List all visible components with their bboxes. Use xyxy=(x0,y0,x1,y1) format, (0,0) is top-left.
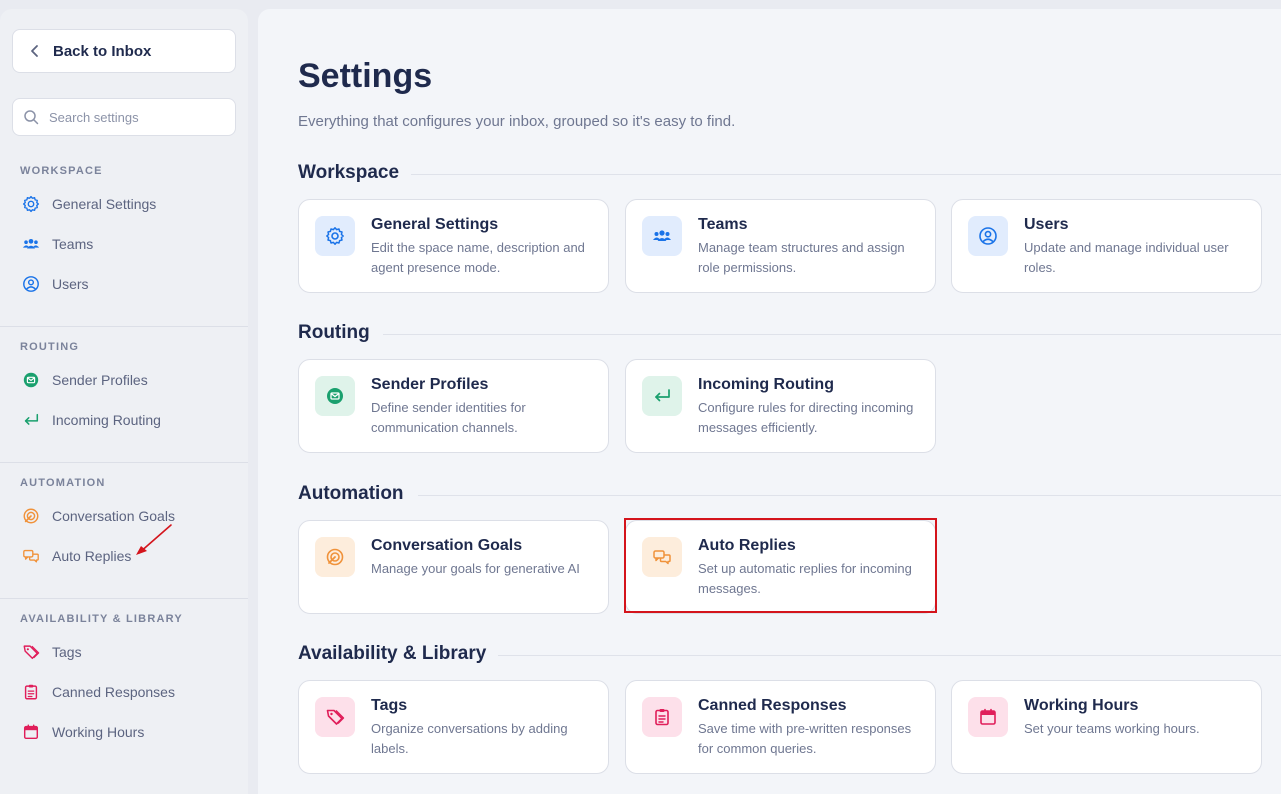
user-circle-icon xyxy=(968,216,1008,256)
card-users[interactable]: Users Update and manage individual user … xyxy=(951,199,1262,293)
section-divider xyxy=(408,174,1281,175)
card-title: Conversation Goals xyxy=(371,537,523,554)
calendar-icon xyxy=(968,697,1008,737)
card-conversation-goals[interactable]: Conversation Goals Manage your goals for… xyxy=(298,520,609,614)
section-divider xyxy=(383,334,1281,335)
page-title: Settings xyxy=(298,57,433,95)
card-title: Users xyxy=(1024,216,1069,233)
section-title-workspace: Workspace xyxy=(298,162,412,184)
return-arrow-icon xyxy=(642,376,682,416)
tag-icon xyxy=(20,641,42,663)
sidebar-item-incoming-routing[interactable]: Incoming Routing xyxy=(20,408,161,432)
section-title-availability-library: Availability & Library xyxy=(298,643,499,665)
clipboard-icon xyxy=(20,681,42,703)
section-divider xyxy=(498,655,1281,656)
card-title: Teams xyxy=(698,216,748,233)
card-title: Tags xyxy=(371,697,408,714)
clipboard-icon xyxy=(642,697,682,737)
back-to-inbox-button[interactable]: Back to Inbox xyxy=(12,29,236,73)
sidebar-item-auto-replies[interactable]: Auto Replies xyxy=(20,544,131,568)
sidebar-item-label: Tags xyxy=(52,644,82,660)
chat-bubbles-icon xyxy=(20,545,42,567)
card-description: Manage team structures and assign role p… xyxy=(698,240,905,275)
card-description: Set your teams working hours. xyxy=(1024,721,1200,736)
sidebar-item-label: Auto Replies xyxy=(52,548,132,564)
user-circle-icon xyxy=(20,273,42,295)
sidebar-item-sender-profiles[interactable]: Sender Profiles xyxy=(20,368,148,392)
card-title: General Settings xyxy=(371,216,499,233)
gear-icon xyxy=(20,193,42,215)
sidebar-item-label: Working Hours xyxy=(52,724,145,740)
search-settings-field[interactable] xyxy=(12,98,236,136)
card-description: Define sender identities for communicati… xyxy=(371,400,526,435)
card-canned-responses[interactable]: Canned Responses Save time with pre-writ… xyxy=(625,680,936,774)
highlight-box xyxy=(624,518,937,613)
card-sender-profiles[interactable]: Sender Profiles Define sender identities… xyxy=(298,359,609,453)
return-arrow-icon xyxy=(20,409,42,431)
card-description: Configure rules for directing incoming m… xyxy=(698,400,914,435)
sidebar-item-users[interactable]: Users xyxy=(20,272,89,296)
settings-main: Settings Everything that configures your… xyxy=(258,9,1281,794)
calendar-icon xyxy=(20,721,42,743)
gear-icon xyxy=(315,216,355,256)
card-title: Incoming Routing xyxy=(698,376,834,393)
sidebar-item-canned-responses[interactable]: Canned Responses xyxy=(20,680,175,704)
sidebar-divider xyxy=(0,326,248,327)
section-title-routing: Routing xyxy=(298,322,382,344)
card-title: Sender Profiles xyxy=(371,376,489,393)
sidebar-item-working-hours[interactable]: Working Hours xyxy=(20,720,144,744)
sidebar-item-label: General Settings xyxy=(52,196,157,212)
search-icon xyxy=(24,110,39,125)
page-subtitle: Everything that configures your inbox, g… xyxy=(298,113,736,130)
card-title: Canned Responses xyxy=(698,697,847,714)
sidebar-item-teams[interactable]: Teams xyxy=(20,232,93,256)
card-title: Working Hours xyxy=(1024,697,1139,714)
sidebar-group-workspace-title: WORKSPACE xyxy=(20,165,103,177)
card-description: Organize conversations by adding labels. xyxy=(371,721,568,756)
card-tags[interactable]: Tags Organize conversations by adding la… xyxy=(298,680,609,774)
sidebar-divider xyxy=(0,598,248,599)
back-to-inbox-label: Back to Inbox xyxy=(53,42,152,60)
sidebar-item-tags[interactable]: Tags xyxy=(20,640,82,664)
chevron-left-icon xyxy=(31,45,38,57)
card-working-hours[interactable]: Working Hours Set your teams working hou… xyxy=(951,680,1262,774)
sidebar-divider xyxy=(0,462,248,463)
sidebar-item-label: Users xyxy=(52,276,89,292)
sidebar-item-label: Teams xyxy=(52,236,94,252)
tag-icon xyxy=(315,697,355,737)
settings-sidebar: Back to Inbox WORKSPACE General Settings… xyxy=(0,9,248,794)
card-teams[interactable]: Teams Manage team structures and assign … xyxy=(625,199,936,293)
card-description: Update and manage individual user roles. xyxy=(1024,240,1229,275)
teams-icon xyxy=(642,216,682,256)
card-incoming-routing[interactable]: Incoming Routing Configure rules for dir… xyxy=(625,359,936,453)
mail-circle-icon xyxy=(315,376,355,416)
sidebar-item-general-settings[interactable]: General Settings xyxy=(20,192,156,216)
teams-icon xyxy=(20,233,42,255)
sidebar-group-routing-title: ROUTING xyxy=(20,341,80,353)
target-icon xyxy=(315,537,355,577)
sidebar-item-label: Canned Responses xyxy=(52,684,175,700)
section-divider xyxy=(418,495,1281,496)
card-general-settings[interactable]: General Settings Edit the space name, de… xyxy=(298,199,609,293)
sidebar-item-label: Incoming Routing xyxy=(52,412,161,428)
annotation-arrow-icon xyxy=(136,524,172,555)
sidebar-group-library-title: AVAILABILITY & LIBRARY xyxy=(20,613,183,625)
sidebar-item-label: Sender Profiles xyxy=(52,372,148,388)
sidebar-group-automation-title: AUTOMATION xyxy=(20,477,106,489)
section-title-automation: Automation xyxy=(298,483,416,505)
target-icon xyxy=(20,505,42,527)
mail-circle-icon xyxy=(20,369,42,391)
search-settings-input[interactable] xyxy=(49,109,219,125)
card-description: Save time with pre-written responses for… xyxy=(698,721,912,756)
card-description: Manage your goals for generative AI xyxy=(371,561,580,576)
card-description: Edit the space name, description and age… xyxy=(371,240,585,275)
